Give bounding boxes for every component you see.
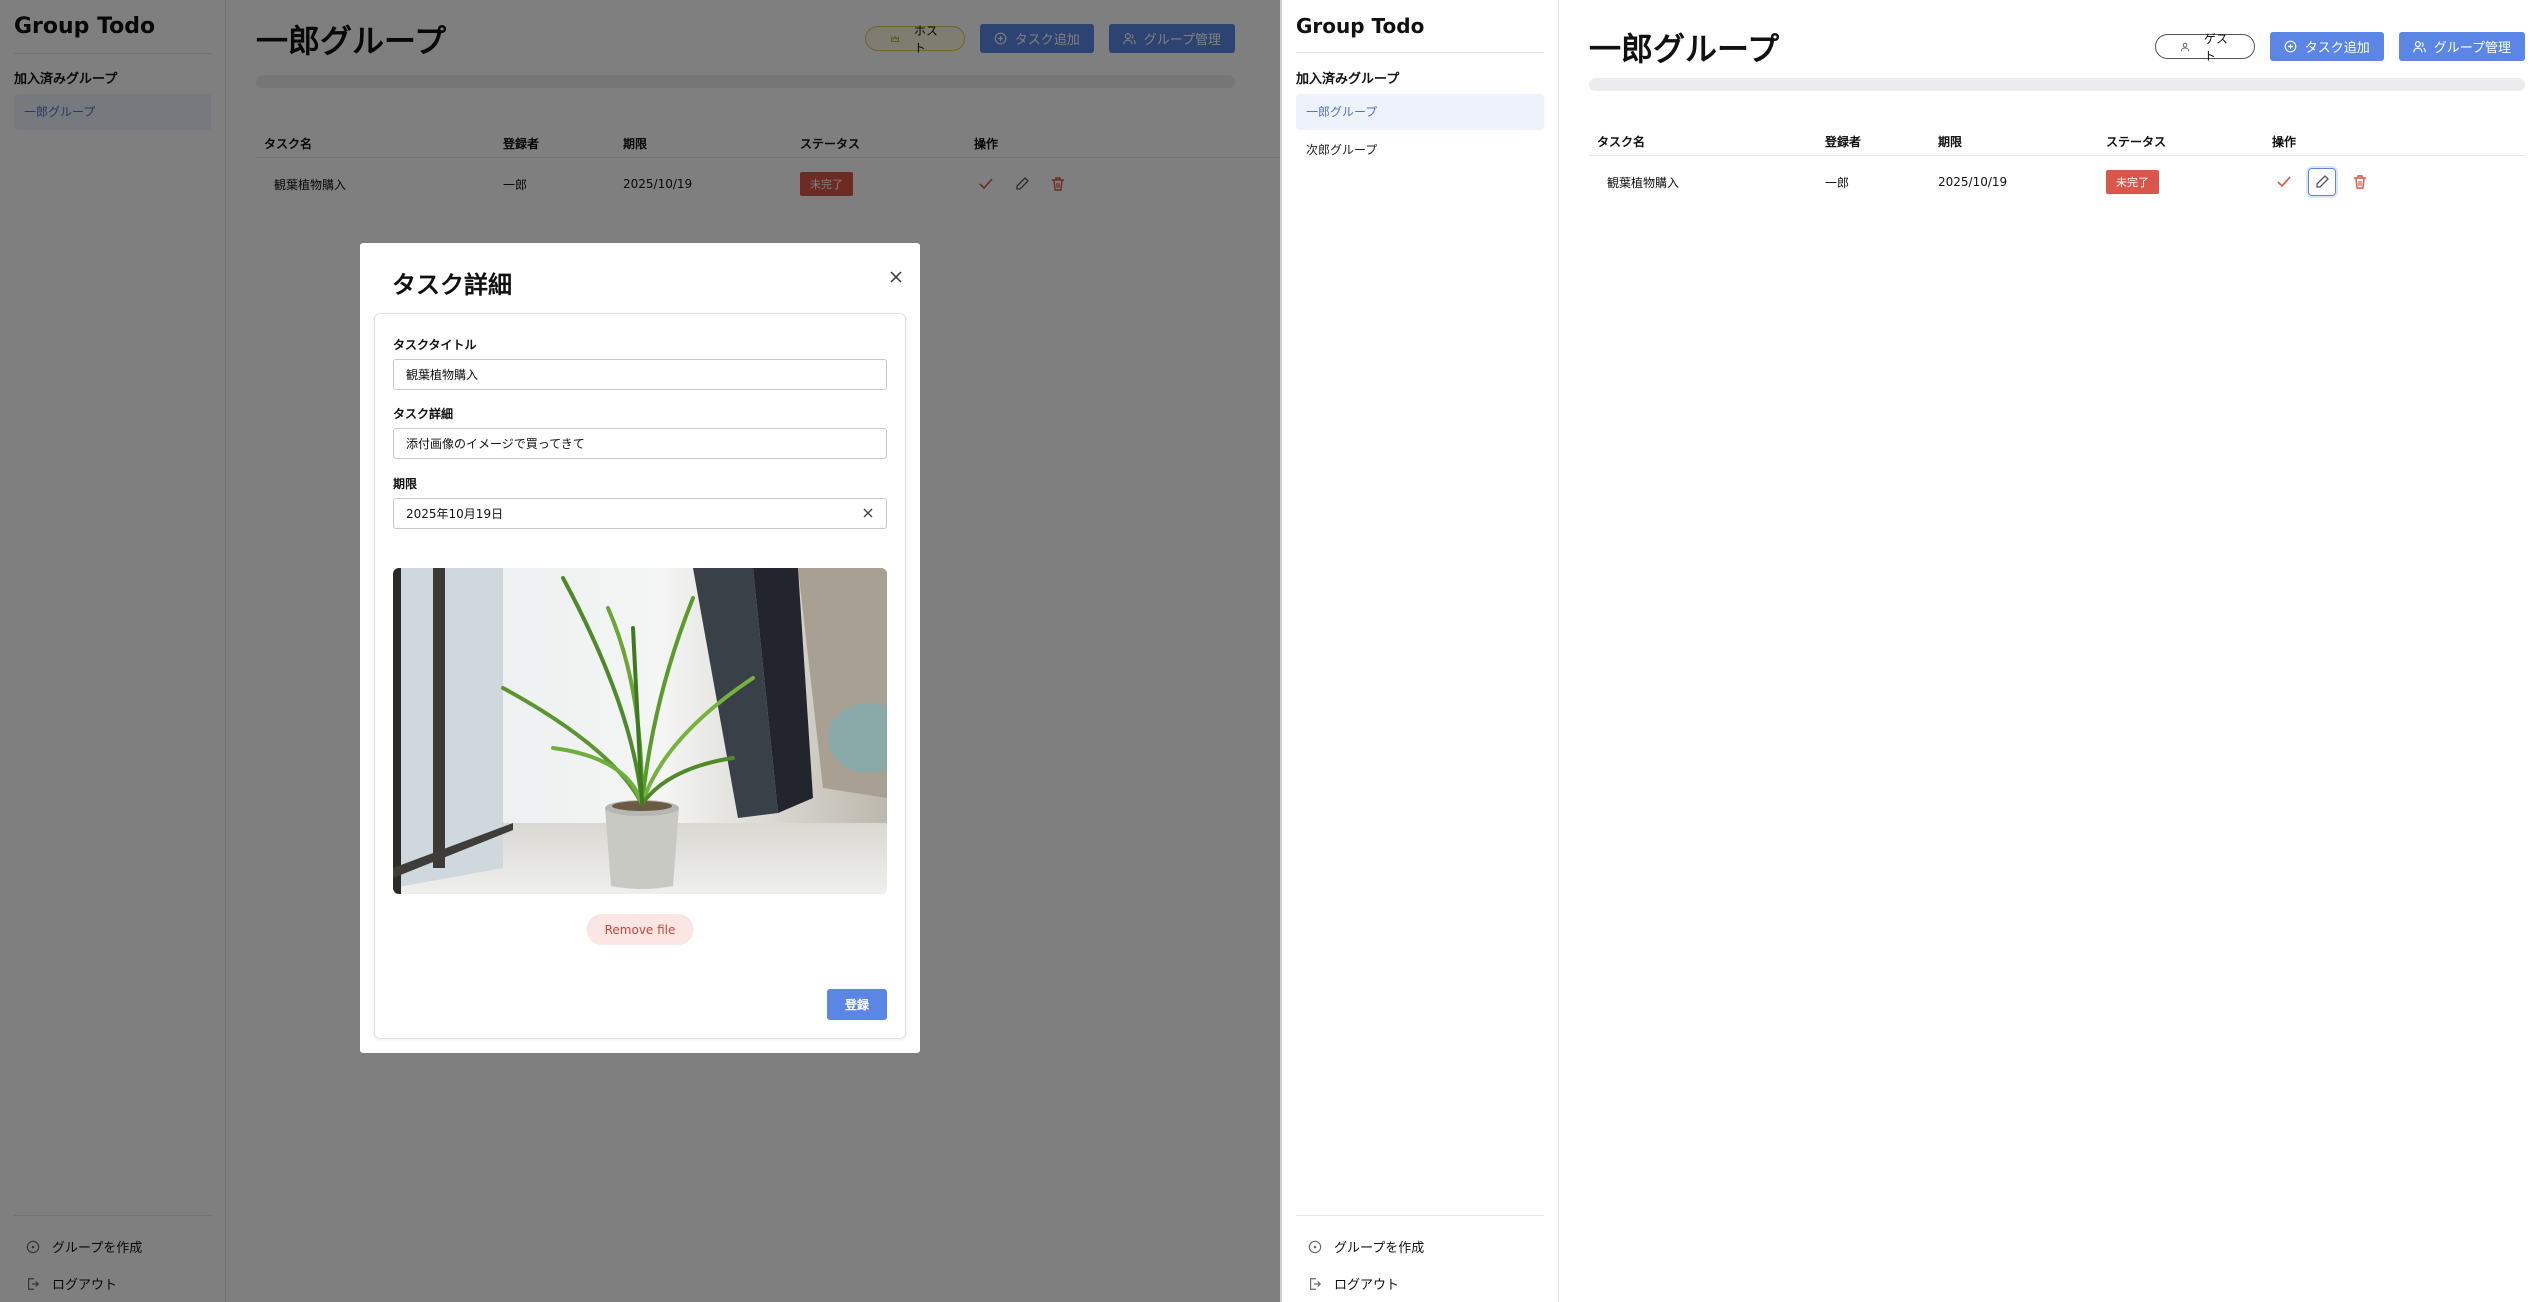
remove-file-button[interactable]: Remove file	[586, 914, 694, 945]
modal-title: タスク詳細	[392, 271, 512, 299]
plus-circle-icon	[2284, 40, 2297, 53]
close-icon	[890, 271, 902, 283]
task-title: 観葉植物購入	[1607, 175, 1680, 190]
close-icon	[863, 508, 873, 518]
joined-groups-label: 加入済みグループ	[1296, 72, 1400, 87]
header-actions: 操作	[2272, 135, 2297, 149]
sidebar-footer: グループを作成 ログアウト	[1296, 1215, 1544, 1302]
status-badge: 未完了	[2106, 170, 2159, 194]
table-header: タスク名 登録者 期限 ステータス 操作	[1589, 128, 2525, 156]
add-task-label: タスク追加	[2304, 40, 2370, 55]
delete-button[interactable]	[2348, 170, 2372, 194]
title-field-label: タスクタイトル	[393, 338, 477, 352]
toolbar: ゲスト タスク追加 グループ管理	[2154, 32, 2525, 63]
group-list: 一郎グループ 次郎グループ	[1296, 94, 1544, 170]
clear-date-button[interactable]	[862, 507, 876, 521]
logout-button[interactable]: ログアウト	[1296, 1265, 1544, 1302]
logout-label: ログアウト	[1334, 1278, 1400, 1293]
due-field: 期限 2025年10月19日	[393, 475, 887, 529]
due-field-label: 期限	[393, 477, 418, 491]
check-icon	[2277, 176, 2291, 188]
task-detail-modal: タスク詳細 タスクタイトル 観葉植物購入 タスク詳細 添付画像のイメージで買って…	[360, 243, 920, 1053]
title-input[interactable]: 観葉植物購入	[393, 359, 887, 390]
manage-group-label: グループ管理	[2433, 40, 2511, 55]
sidebar: Group Todo 加入済みグループ 一郎グループ 次郎グループ グループを作…	[1282, 0, 1559, 1302]
task-table: タスク名 登録者 期限 ステータス 操作 観葉植物購入 一郎 2025/10/1…	[1589, 128, 2525, 208]
detail-input[interactable]: 添付画像のイメージで買ってきて	[393, 428, 887, 459]
add-task-button[interactable]: タスク追加	[2269, 32, 2384, 61]
row-actions	[2272, 168, 2525, 196]
users-icon	[2413, 41, 2426, 53]
header-status: ステータス	[2106, 135, 2167, 149]
submit-button[interactable]: 登録	[827, 989, 887, 1020]
trash-icon	[2354, 175, 2366, 189]
detail-field: タスク詳細 添付画像のイメージで買ってきて	[393, 405, 887, 459]
plus-circle-icon	[1308, 1240, 1322, 1253]
edit-button[interactable]	[2308, 168, 2336, 196]
role-badge-guest: ゲスト	[2154, 32, 2255, 63]
due-date-value: 2025年10月19日	[406, 507, 504, 521]
header-task-name: タスク名	[1597, 135, 1646, 149]
sidebar-item-jiro-group[interactable]: 次郎グループ	[1296, 132, 1544, 168]
app-brand: Group Todo	[1296, 14, 1544, 53]
task-due: 2025/10/19	[1938, 175, 2008, 189]
detail-field-label: タスク詳細	[393, 407, 454, 421]
guest-window: Group Todo 加入済みグループ 一郎グループ 次郎グループ グループを作…	[1280, 0, 2539, 1302]
logout-icon	[1310, 1277, 1322, 1290]
header-registrant: 登録者	[1825, 135, 1862, 149]
attached-image	[393, 568, 887, 894]
main-content: 一郎グループ ゲスト タスク追加 グループ管理 タスク名 登録者 期限 ステータ…	[1559, 0, 2539, 1302]
complete-button[interactable]	[2272, 170, 2296, 194]
role-label: ゲスト	[2203, 31, 2228, 63]
modal-close-button[interactable]	[886, 267, 906, 287]
header-due: 期限	[1938, 135, 1963, 149]
create-group-label: グループを作成	[1334, 1241, 1425, 1256]
manage-group-button[interactable]: グループ管理	[2398, 32, 2525, 61]
modal-form: タスクタイトル 観葉植物購入 タスク詳細 添付画像のイメージで買ってきて 期限 …	[374, 313, 906, 1039]
plant-photo	[393, 568, 887, 894]
page-title: 一郎グループ	[1589, 30, 1780, 68]
table-row[interactable]: 観葉植物購入 一郎 2025/10/19 未完了	[1589, 156, 2525, 208]
task-user: 一郎	[1825, 175, 1850, 190]
progress-bar	[1589, 78, 2525, 91]
user-icon	[2180, 42, 2189, 51]
pencil-icon	[2316, 175, 2329, 188]
host-window: Group Todo 加入済みグループ 一郎グループ グループを作成 ログアウト…	[0, 0, 1280, 1302]
sidebar-item-ichiro-group[interactable]: 一郎グループ	[1296, 94, 1544, 130]
due-date-input[interactable]: 2025年10月19日	[393, 498, 887, 529]
create-group-button[interactable]: グループを作成	[1296, 1228, 1544, 1265]
title-field: タスクタイトル 観葉植物購入	[393, 336, 887, 390]
